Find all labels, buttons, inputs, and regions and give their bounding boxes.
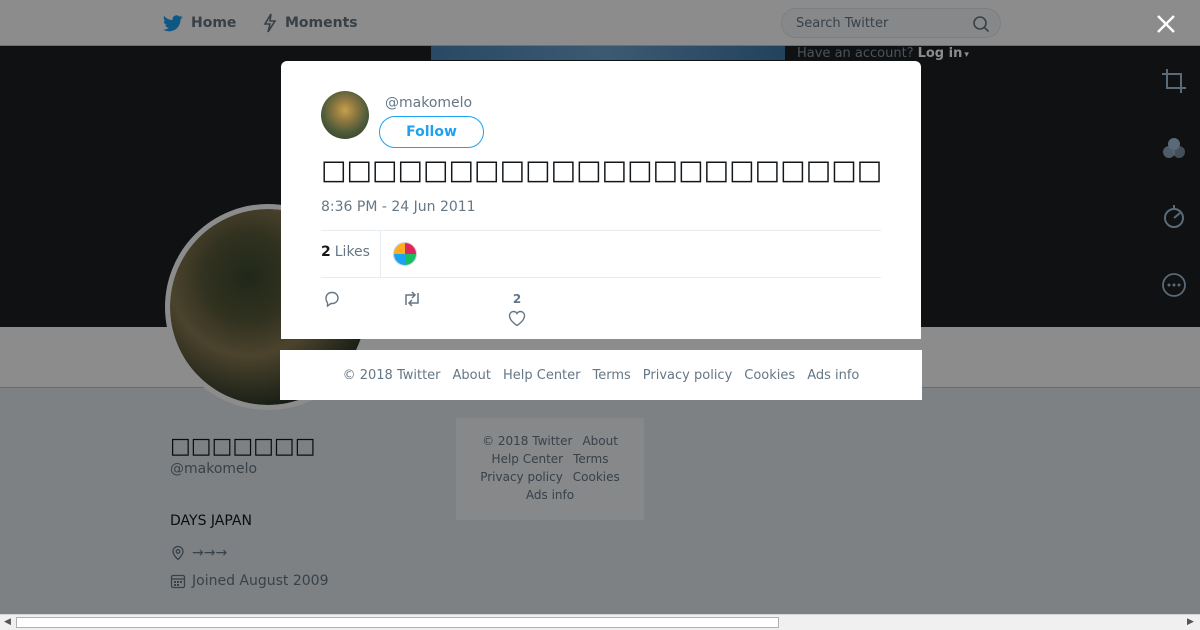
more-options-icon[interactable] [1161, 272, 1187, 298]
follow-button[interactable]: Follow [379, 116, 484, 148]
modal-footer-link-help[interactable]: Help Center [503, 368, 581, 383]
tweet-author-handle[interactable]: @makomelo [385, 95, 472, 111]
heart-icon [508, 310, 526, 331]
modal-footer-link-cookies[interactable]: Cookies [744, 368, 795, 383]
modal-footer-copyright: © 2018 Twitter [342, 367, 441, 383]
crop-icon[interactable] [1161, 68, 1187, 94]
filter-icon[interactable] [1161, 136, 1187, 162]
liker-avatar[interactable] [393, 242, 417, 266]
adjust-icon[interactable] [1161, 204, 1187, 230]
modal-footer-link-terms[interactable]: Terms [593, 368, 631, 383]
likes-stat[interactable]: 2 Likes [321, 244, 370, 260]
modal-footer-link-ads[interactable]: Ads info [807, 368, 859, 383]
likes-count: 2 [321, 244, 331, 260]
scroll-left-icon[interactable]: ◀ [4, 617, 11, 627]
scroll-right-icon[interactable]: ▶ [1187, 617, 1194, 627]
close-icon[interactable] [1154, 12, 1178, 36]
likes-label: Likes [334, 244, 370, 260]
reply-icon [323, 290, 341, 312]
reply-button[interactable] [323, 290, 341, 312]
horizontal-scrollbar[interactable]: ◀ ▶ [0, 614, 1200, 630]
modal-footer-link-about[interactable]: About [453, 368, 491, 383]
tweet-author-avatar[interactable] [321, 91, 369, 139]
retweet-button[interactable] [402, 290, 422, 312]
modal-footer-link-privacy[interactable]: Privacy policy [643, 368, 732, 383]
like-count: 2 [512, 292, 522, 306]
divider [380, 231, 381, 277]
modal-footer: © 2018 Twitter About Help Center Terms P… [280, 350, 922, 400]
tweet-timestamp[interactable]: 8:36 PM - 24 Jun 2011 [321, 199, 476, 215]
divider [321, 230, 881, 231]
divider [321, 277, 881, 278]
like-button[interactable]: 2 [508, 292, 526, 331]
retweet-icon [402, 290, 422, 312]
tweet-modal: @makomelo Follow □□□□□□□□□□□□□□□□□□□□□□□… [281, 61, 921, 339]
tweet-text: □□□□□□□□□□□□□□□□□□□□□□□□□□□□□□□□□□□□□□□□… [321, 155, 881, 186]
scrollbar-thumb[interactable] [16, 617, 779, 628]
